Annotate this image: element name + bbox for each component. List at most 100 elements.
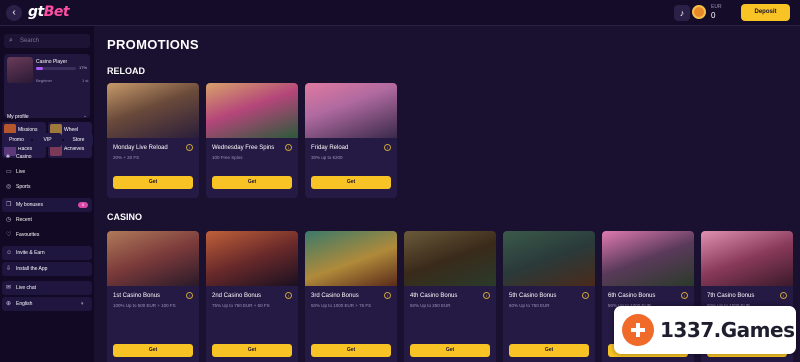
my-profile-link[interactable]: My profile xyxy=(7,114,29,120)
tab-vip[interactable]: VIP xyxy=(33,133,62,147)
promo-card[interactable]: 3rd Casino Bonus i 50% Up to 1000 EUR + 75… xyxy=(305,231,397,362)
sidebar-item-casino[interactable]: ♣ Casino xyxy=(2,150,92,164)
promo-image xyxy=(503,231,595,286)
sidebar-item-invite[interactable]: ☺ Invite & Earn xyxy=(2,246,92,260)
promo-description: 50% Up to 250 EUR xyxy=(410,303,451,308)
promo-title: Monday Live Reload xyxy=(113,145,168,151)
ball-icon: ◎ xyxy=(6,184,12,190)
chevron-down-icon[interactable]: ⌄ xyxy=(83,113,87,119)
profile-level: Beginner xyxy=(36,78,53,83)
logo[interactable]: gtBet xyxy=(28,4,70,20)
promo-description: 50% Up to 750 EUR xyxy=(509,303,550,308)
info-icon[interactable]: i xyxy=(582,292,589,299)
sidebar-item-sports[interactable]: ◎ Sports xyxy=(2,180,92,194)
level-progress-fill xyxy=(36,67,43,70)
clock-icon: ◷ xyxy=(6,217,12,223)
promo-image xyxy=(107,83,199,138)
get-button[interactable]: Get xyxy=(509,344,589,357)
promo-image xyxy=(701,231,793,286)
bell-icon[interactable]: ♪ xyxy=(674,5,690,21)
sidebar-item-label: Invite & Earn xyxy=(16,250,45,256)
promo-title: 1st Casino Bonus xyxy=(113,293,161,299)
watermark: 1337.Games xyxy=(614,306,796,354)
promo-image xyxy=(206,231,298,286)
sidebar-item-my-bonuses[interactable]: ❒ My bonuses 0 xyxy=(2,198,92,212)
sidebar-item-install-app[interactable]: ⇩ Install the App xyxy=(2,262,92,276)
promo-image xyxy=(305,231,397,286)
chat-icon: ✉ xyxy=(6,285,12,291)
sidebar-item-label: Install the App xyxy=(16,266,48,272)
bonus-count-badge: 0 xyxy=(78,202,88,208)
sidebar-item-label: Favourites xyxy=(16,232,40,238)
info-icon[interactable]: i xyxy=(285,144,292,151)
sidebar-item-recent[interactable]: ◷ Recent xyxy=(2,213,92,227)
avatar xyxy=(7,57,33,83)
sidebar-item-label: Live chat xyxy=(16,285,37,291)
heart-icon: ♡ xyxy=(6,232,12,238)
tab-promo[interactable]: Promo xyxy=(2,133,31,147)
logo-right: Bet xyxy=(43,4,70,20)
balance-value: 0 xyxy=(711,11,716,20)
promo-title: 7th Casino Bonus xyxy=(707,293,755,299)
section-title-casino: CASINO xyxy=(107,212,143,222)
profile-name: Casino Player xyxy=(36,59,68,65)
promo-image xyxy=(206,83,298,138)
promo-card[interactable]: Friday Reload i 30% up to €200 Get xyxy=(305,83,397,198)
info-icon[interactable]: i xyxy=(285,292,292,299)
promo-card[interactable]: 2nd Casino Bonus i 75% Up to 750 EUR + 50 … xyxy=(206,231,298,362)
promo-card[interactable]: Wednesday Free Spins i 100 Free Spins Get xyxy=(206,83,298,198)
get-button[interactable]: Get xyxy=(212,176,292,189)
get-button[interactable]: Get xyxy=(311,344,391,357)
top-bar: ‹ gtBet ♪ EUR 0 Deposit xyxy=(0,0,800,26)
sidebar-item-live-chat[interactable]: ✉ Live chat xyxy=(2,281,92,295)
section-title-reload: RELOAD xyxy=(107,66,145,76)
promo-title: 6th Casino Bonus xyxy=(608,293,656,299)
promo-image xyxy=(305,83,397,138)
search-input[interactable]: ⌕ Search xyxy=(4,34,90,48)
get-button[interactable]: Get xyxy=(311,176,391,189)
watermark-text: 1337.Games xyxy=(660,318,795,342)
info-icon[interactable]: i xyxy=(384,144,391,151)
info-icon[interactable]: i xyxy=(780,292,787,299)
info-icon[interactable]: i xyxy=(681,292,688,299)
promo-description: 50% Up to 1000 EUR + 75 FS xyxy=(311,303,372,308)
sidebar-item-label: My bonuses xyxy=(16,202,43,208)
gamepad-icon xyxy=(622,314,654,346)
promo-title: 4th Casino Bonus xyxy=(410,293,458,299)
promo-title: 3rd Casino Bonus xyxy=(311,293,359,299)
search-icon: ⌕ xyxy=(9,37,13,44)
promo-card[interactable]: 5th Casino Bonus i 50% Up to 750 EUR Get xyxy=(503,231,595,362)
sidebar-item-live[interactable]: ▭ Live xyxy=(2,165,92,179)
page-title: PROMOTIONS xyxy=(107,37,199,52)
level-progress-bar xyxy=(36,67,76,70)
promo-description: 75% Up to 750 EUR + 50 FS xyxy=(212,303,270,308)
sidebar: ⌕ Search Casino Player 17% Beginner 1 st… xyxy=(0,26,94,362)
info-icon[interactable]: i xyxy=(483,292,490,299)
promo-card[interactable]: Monday Live Reload i 20% + 20 FS Get xyxy=(107,83,199,198)
get-button[interactable]: Get xyxy=(212,344,292,357)
info-icon[interactable]: i xyxy=(186,144,193,151)
sidebar-item-label: Recent xyxy=(16,217,32,223)
get-button[interactable]: Get xyxy=(113,344,193,357)
language-label: English xyxy=(16,301,33,307)
deposit-button[interactable]: Deposit xyxy=(741,4,790,21)
language-selector[interactable]: ⊕ English ▾ xyxy=(2,297,92,311)
search-placeholder: Search xyxy=(20,38,40,44)
info-icon[interactable]: i xyxy=(186,292,193,299)
invite-icon: ☺ xyxy=(6,250,13,256)
tab-store[interactable]: Store xyxy=(64,133,93,147)
promo-card[interactable]: 1st Casino Bonus i 100% Up to 500 EUR + 10… xyxy=(107,231,199,362)
promo-title: Wednesday Free Spins xyxy=(212,145,275,151)
promo-card[interactable]: 4th Casino Bonus i 50% Up to 250 EUR Get xyxy=(404,231,496,362)
info-icon[interactable]: i xyxy=(384,292,391,299)
get-button[interactable]: Get xyxy=(113,176,193,189)
profile-card[interactable]: Casino Player 17% Beginner 1 st My profi… xyxy=(4,54,90,120)
cards-icon: ♣ xyxy=(6,154,10,160)
promo-image xyxy=(602,231,694,286)
sidebar-item-favourites[interactable]: ♡ Favourites xyxy=(2,228,92,242)
gift-icon: ❒ xyxy=(6,202,12,208)
profile-level-number: 1 st xyxy=(82,78,89,83)
back-button[interactable]: ‹ xyxy=(6,5,22,21)
get-button[interactable]: Get xyxy=(410,344,490,357)
promo-title: Friday Reload xyxy=(311,145,349,151)
